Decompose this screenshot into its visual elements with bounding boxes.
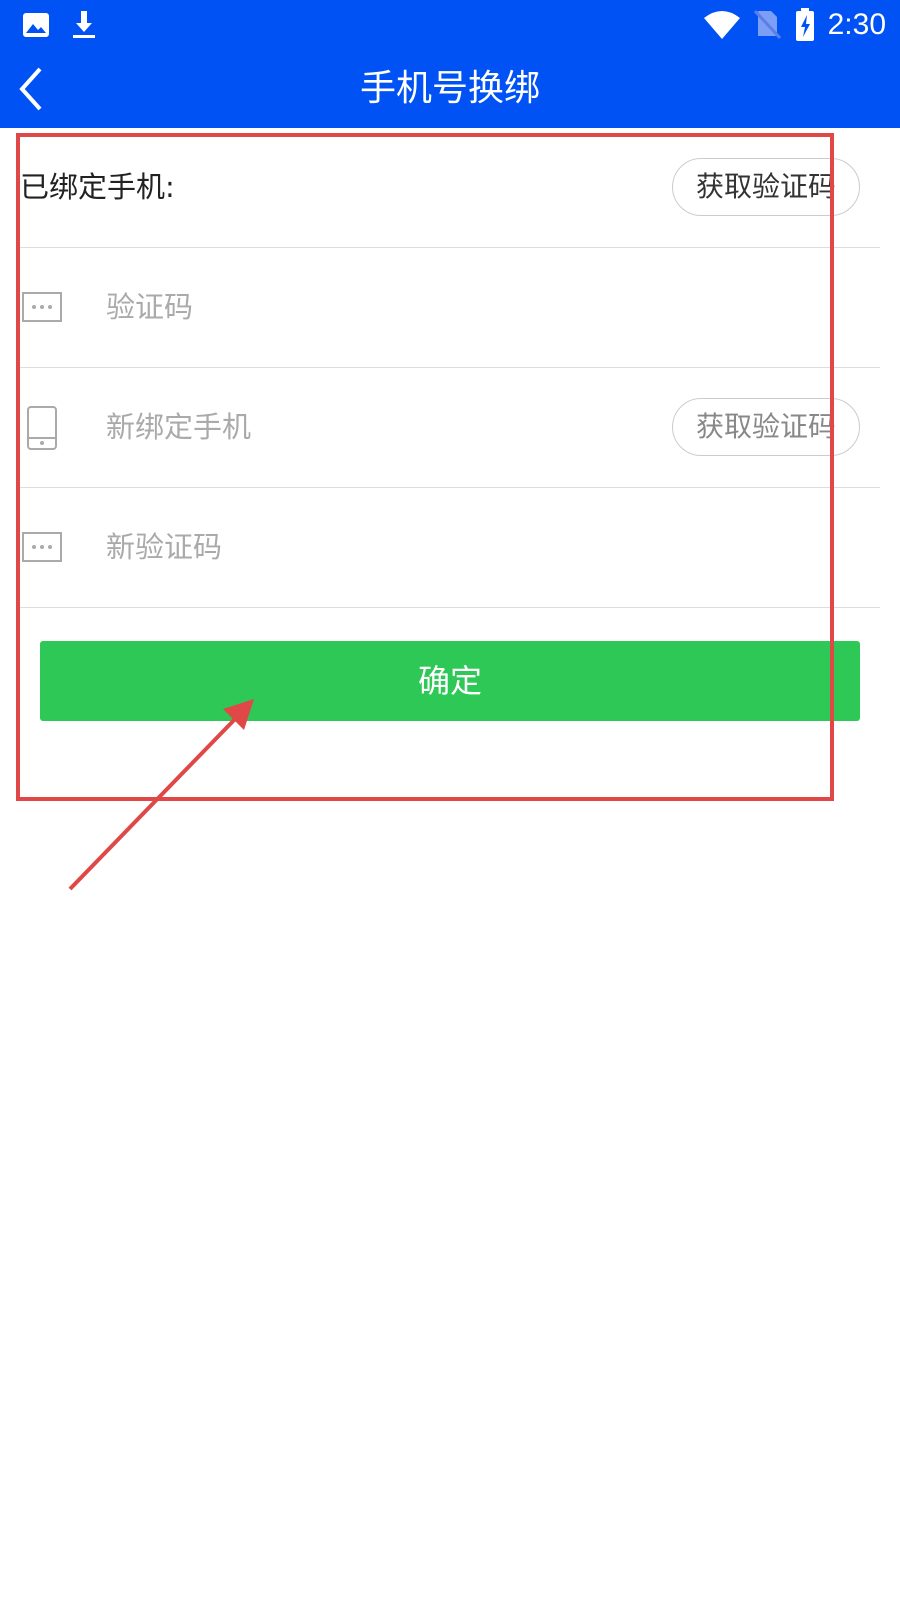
battery-charging-icon <box>794 7 816 47</box>
image-icon <box>20 9 52 45</box>
new-code-input[interactable] <box>106 518 646 576</box>
wifi-icon <box>703 10 741 44</box>
ellipsis-box-icon <box>22 532 62 566</box>
new-phone-input[interactable] <box>106 398 646 456</box>
page-title: 手机号换绑 <box>359 68 540 109</box>
new-code-row <box>20 488 880 608</box>
screen: 2:30 手机号换绑 已绑定手机: 获取验证码 验证码 新绑定手机 获取验证码 … <box>0 0 900 1600</box>
no-sim-icon <box>752 8 782 44</box>
code-row <box>20 248 880 368</box>
status-bar: 2:30 <box>0 0 900 50</box>
download-icon <box>68 9 100 45</box>
code-input[interactable] <box>106 278 646 336</box>
ellipsis-box-icon <box>22 292 62 326</box>
get-code-button[interactable]: 获取验证码 <box>672 158 860 216</box>
app-bar: 手机号换绑 <box>0 50 900 128</box>
status-time: 2:30 <box>827 8 886 41</box>
bound-phone-row: 已绑定手机: 获取验证码 <box>20 128 880 248</box>
new-phone-row: 获取验证码 <box>20 368 880 488</box>
bound-phone-label: 已绑定手机: <box>20 170 175 204</box>
confirm-button[interactable]: 确定 <box>40 641 860 721</box>
get-new-code-button[interactable]: 获取验证码 <box>672 398 860 456</box>
phone-icon <box>27 406 57 454</box>
